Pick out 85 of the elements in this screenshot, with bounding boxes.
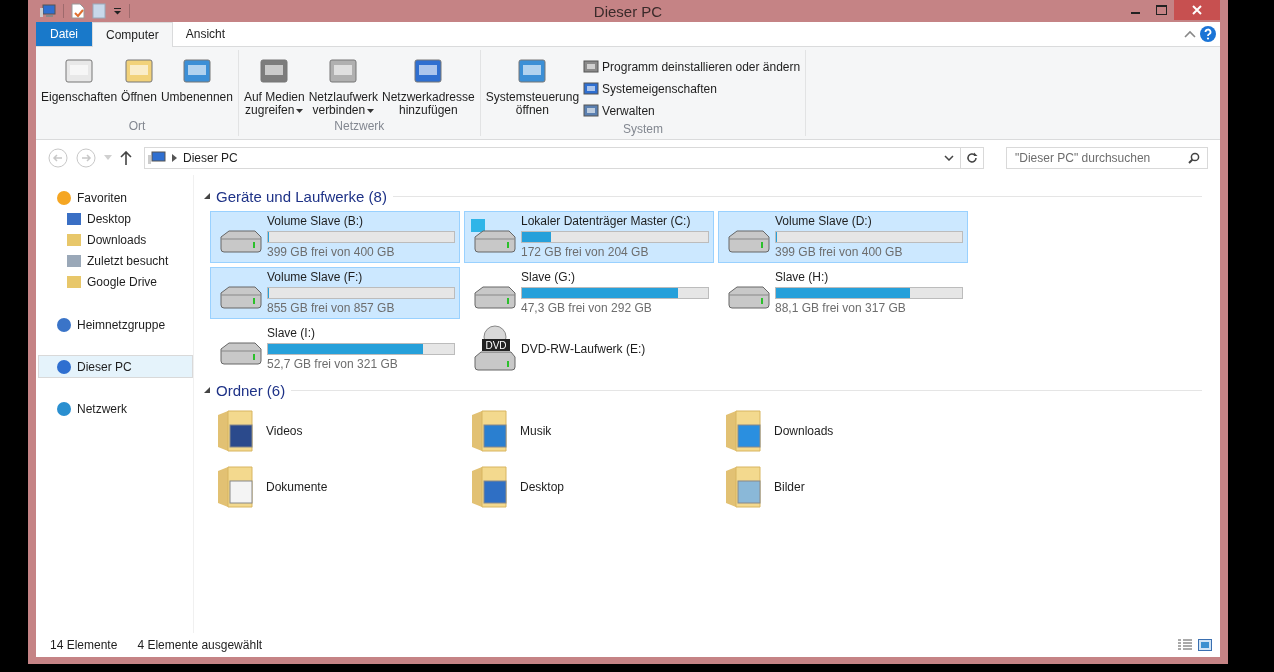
drive-name: Volume Slave (B:) bbox=[267, 214, 365, 229]
folder-item[interactable]: Desktop bbox=[464, 461, 714, 513]
refresh-icon bbox=[966, 151, 978, 164]
folder-item[interactable]: Dokumente bbox=[210, 461, 460, 513]
drive-name: Lokaler Datenträger Master (C:) bbox=[521, 214, 692, 229]
help-icon[interactable] bbox=[1200, 26, 1216, 42]
ribbon-tab[interactable]: Ansicht bbox=[172, 22, 239, 46]
drive-tile[interactable]: Slave (I:) 52,7 GB frei von 321 GB bbox=[210, 323, 460, 375]
ribbon-button[interactable]: Umbenennen bbox=[158, 54, 235, 106]
drive-tile[interactable]: Slave (G:) 47,3 GB frei von 292 GB bbox=[464, 267, 714, 319]
chevron-icon[interactable] bbox=[172, 153, 177, 162]
sidebar-item[interactable]: Favoriten bbox=[36, 187, 193, 208]
drive-tile[interactable]: Lokaler Datenträger Master (C:) 172 GB frei von 204 GB bbox=[464, 211, 714, 263]
ribbon-group-label: Netzwerk bbox=[333, 119, 386, 133]
large-icons-view-icon[interactable] bbox=[1198, 639, 1212, 651]
close-icon bbox=[1192, 5, 1202, 15]
sidebar-item[interactable]: Downloads bbox=[36, 229, 193, 250]
sidebar-item[interactable]: Netzwerk bbox=[36, 398, 193, 419]
ribbon-group-label: Ort bbox=[127, 119, 147, 133]
folder-name: Dokumente bbox=[266, 480, 328, 494]
free-space-text: 399 GB frei von 400 GB bbox=[267, 245, 396, 260]
ribbon-button[interactable]: Systemsteuerung öffnen bbox=[483, 54, 582, 119]
address-field[interactable]: Dieser PC bbox=[144, 146, 961, 169]
free-space-text: 88,1 GB frei von 317 GB bbox=[775, 301, 907, 316]
caret-icon bbox=[367, 108, 375, 113]
drive-tile[interactable]: Volume Slave (D:) 399 GB frei von 400 GB bbox=[718, 211, 968, 263]
drive-name: Slave (I:) bbox=[267, 326, 316, 341]
folder-name: Bilder bbox=[774, 480, 805, 494]
collapse-group-icon[interactable] bbox=[204, 387, 210, 393]
folder-name: Musik bbox=[520, 424, 552, 438]
free-space-text: 855 GB frei von 857 GB bbox=[267, 301, 396, 316]
ribbon-button[interactable]: Öffnen bbox=[119, 54, 159, 106]
group-heading: Ordner (6) bbox=[216, 381, 286, 399]
free-space-text: 399 GB frei von 400 GB bbox=[775, 245, 904, 260]
collapse-ribbon-icon[interactable] bbox=[1184, 30, 1196, 38]
dropdown-icon[interactable] bbox=[113, 7, 122, 15]
selection-count: 4 Elemente ausgewählt bbox=[137, 638, 263, 652]
free-space-text: 172 GB frei von 204 GB bbox=[521, 245, 650, 260]
properties-icon[interactable] bbox=[71, 3, 85, 19]
refresh-button[interactable] bbox=[960, 146, 984, 169]
ribbon-button[interactable]: Auf Medien zugreifen bbox=[241, 54, 307, 119]
drive-name: Slave (H:) bbox=[775, 270, 830, 285]
ribbon-group-label: System bbox=[621, 122, 664, 136]
drive-name: Volume Slave (D:) bbox=[775, 214, 873, 229]
drive-tile[interactable]: Slave (H:) 88,1 GB frei von 317 GB bbox=[718, 267, 968, 319]
search-field[interactable]: "Dieser PC" durchsuchen bbox=[1006, 146, 1208, 169]
ribbon-small-button[interactable]: Programm deinstallieren oder ändern bbox=[581, 56, 803, 78]
folder-item[interactable]: Bilder bbox=[718, 461, 968, 513]
folder-name: Videos bbox=[266, 424, 303, 438]
ribbon-button[interactable]: Netzlaufwerk verbinden bbox=[306, 54, 380, 119]
ribbon-tab[interactable]: Datei bbox=[36, 22, 92, 46]
caret-icon bbox=[296, 108, 304, 113]
minimize-icon bbox=[1130, 12, 1140, 14]
ribbon-button[interactable]: Netzwerkadresse hinzufügen bbox=[380, 54, 477, 119]
drive-name: Volume Slave (F:) bbox=[267, 270, 364, 285]
folder-item[interactable]: Musik bbox=[464, 405, 714, 457]
ribbon-small-button[interactable]: Systemeigenschaften bbox=[581, 78, 803, 100]
sidebar-item[interactable]: Dieser PC bbox=[38, 355, 193, 378]
folder-item[interactable]: Downloads bbox=[718, 405, 968, 457]
drive-tile[interactable]: Volume Slave (B:) 399 GB frei von 400 GB bbox=[210, 211, 460, 263]
maximize-icon bbox=[1155, 5, 1167, 15]
search-icon[interactable] bbox=[1188, 151, 1200, 164]
collapse-group-icon[interactable] bbox=[204, 193, 210, 199]
drive-name: DVD-RW-Laufwerk (E:) bbox=[521, 341, 647, 357]
window-title: Dieser PC bbox=[593, 2, 663, 20]
group-heading: Geräte und Laufwerke (8) bbox=[216, 187, 387, 205]
sidebar-item[interactable]: Google Drive bbox=[36, 271, 193, 292]
item-count: 14 Elemente bbox=[50, 638, 118, 652]
sidebar-item[interactable]: Heimnetzgruppe bbox=[36, 314, 193, 335]
drive-name: Slave (G:) bbox=[521, 270, 576, 285]
ribbon-small-button[interactable]: Verwalten bbox=[581, 100, 803, 122]
ribbon-button[interactable]: Eigenschaften bbox=[39, 54, 120, 106]
folder-item[interactable]: Videos bbox=[210, 405, 460, 457]
sidebar-item[interactable]: Zuletzt besucht bbox=[36, 250, 193, 271]
up-arrow-icon[interactable] bbox=[120, 150, 132, 165]
drive-tile[interactable]: Volume Slave (F:) 855 GB frei von 857 GB bbox=[210, 267, 460, 319]
drive-tile[interactable]: DVD DVD-RW-Laufwerk (E:) bbox=[464, 323, 714, 375]
folder-name: Downloads bbox=[774, 424, 834, 438]
dropdown-icon[interactable] bbox=[944, 154, 954, 161]
ribbon-tab[interactable]: Computer bbox=[92, 22, 173, 47]
free-space-text: 52,7 GB frei von 321 GB bbox=[267, 357, 399, 372]
sidebar-item[interactable]: Desktop bbox=[36, 208, 193, 229]
close-button[interactable] bbox=[1174, 0, 1220, 20]
folder-name: Desktop bbox=[520, 480, 565, 494]
free-space-text: 47,3 GB frei von 292 GB bbox=[521, 301, 653, 316]
